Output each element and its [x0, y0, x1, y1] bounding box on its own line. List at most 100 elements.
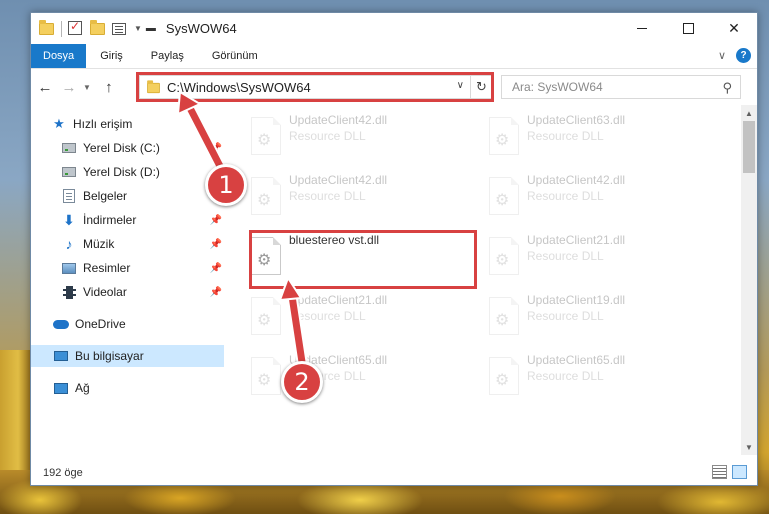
chevron-down-icon[interactable]: ▼	[134, 24, 142, 33]
help-icon[interactable]: ?	[736, 48, 751, 63]
file-item[interactable]: ⚙ UpdateClient21.dll Resource DLL	[241, 291, 461, 347]
pin-icon[interactable]: 📌	[210, 143, 222, 154]
properties-icon[interactable]	[112, 21, 128, 37]
scroll-down-icon[interactable]: ▼	[741, 439, 757, 455]
sidebar-item-videos[interactable]: Videolar 📌	[31, 281, 224, 303]
file-type: Resource DLL	[527, 189, 604, 203]
dll-file-icon: ⚙	[251, 357, 281, 395]
file-item[interactable]: ⚙ UpdateClient65.dll Resource DLL	[241, 351, 461, 407]
view-switcher	[707, 465, 747, 479]
toolbar-divider	[61, 20, 62, 37]
file-type: Resource DLL	[527, 309, 604, 323]
minimize-button[interactable]	[619, 13, 665, 44]
dll-file-icon: ⚙	[489, 297, 519, 335]
sidebar-item-label: Hızlı erişim	[73, 117, 133, 131]
close-button[interactable]: ✕	[711, 13, 757, 44]
sidebar-item-pictures[interactable]: Resimler 📌	[31, 257, 224, 279]
video-icon	[61, 284, 77, 300]
scrollbar-thumb[interactable]	[743, 121, 755, 173]
drive-icon	[61, 140, 77, 156]
pin-icon[interactable]: 📌	[210, 287, 222, 298]
sidebar-item-label: OneDrive	[75, 317, 126, 331]
checkbox-properties-icon[interactable]	[68, 19, 84, 37]
back-button[interactable]: ←	[35, 79, 55, 96]
file-item[interactable]: ⚙ UpdateClient42.dll Resource DLL	[479, 171, 699, 227]
sidebar-item-local-disk-d[interactable]: Yerel Disk (D:)	[31, 161, 224, 183]
pin-icon[interactable]: 📌	[210, 263, 222, 274]
sidebar-item-local-disk-c[interactable]: Yerel Disk (C:) 📌	[31, 137, 224, 159]
file-name: UpdateClient63.dll	[527, 113, 626, 127]
music-icon: ♪	[65, 236, 73, 252]
dll-file-icon: ⚙	[251, 297, 281, 335]
title-bar: ▼ ▬ SysWOW64 ✕	[31, 13, 757, 44]
cloud-icon	[53, 316, 69, 332]
network-icon	[53, 380, 69, 396]
sidebar-item-quick-access[interactable]: ★ Hızlı erişim	[31, 113, 224, 135]
recent-locations-icon[interactable]: ▼	[83, 83, 91, 92]
forward-button[interactable]: →	[59, 79, 79, 96]
sidebar-item-music[interactable]: ♪ Müzik 📌	[31, 233, 224, 255]
new-folder-icon[interactable]	[90, 19, 106, 37]
vertical-scrollbar[interactable]: ▲ ▼	[741, 105, 757, 455]
sidebar-item-label: İndirmeler	[83, 213, 137, 227]
sidebar-item-downloads[interactable]: ⬇ İndirmeler 📌	[31, 209, 224, 231]
file-name: UpdateClient19.dll	[527, 293, 626, 307]
expand-ribbon-icon[interactable]: ∨	[718, 49, 726, 62]
tab-view[interactable]: Görünüm	[198, 44, 272, 68]
file-name: UpdateClient42.dll	[289, 173, 388, 187]
quick-access-toolbar: ▼ ▬	[39, 19, 162, 37]
customize-toolbar-icon[interactable]: ▬	[146, 23, 156, 34]
file-item[interactable]: ⚙ UpdateClient65.dll Resource DLL	[479, 351, 699, 407]
sidebar-item-label: Resimler	[83, 261, 131, 275]
sidebar-item-label: Videolar	[83, 285, 127, 299]
file-item[interactable]: ⚙ UpdateClient19.dll Resource DLL	[479, 291, 699, 347]
step-2-callout: 2	[281, 361, 323, 403]
search-input[interactable]: Ara: SysWOW64 ⚲	[501, 75, 741, 99]
file-item[interactable]: ⚙ UpdateClient42.dll Resource DLL	[241, 111, 461, 167]
file-name: UpdateClient42.dll	[527, 173, 626, 187]
window-title: SysWOW64	[165, 21, 237, 36]
file-type: Resource DLL	[527, 369, 604, 383]
dll-file-icon: ⚙	[251, 177, 281, 215]
sidebar-item-label: Yerel Disk (C:)	[83, 141, 160, 155]
dll-file-icon: ⚙	[489, 117, 519, 155]
file-type: Resource DLL	[289, 309, 366, 323]
star-icon: ★	[53, 116, 65, 131]
wallpaper-tree	[0, 350, 30, 490]
file-name: UpdateClient42.dll	[289, 113, 388, 127]
file-name: UpdateClient21.dll	[289, 293, 388, 307]
address-highlight-box	[136, 72, 494, 102]
sidebar-item-onedrive[interactable]: OneDrive	[31, 313, 224, 335]
maximize-button[interactable]	[665, 13, 711, 44]
sidebar-item-this-pc[interactable]: Bu bilgisayar	[31, 345, 224, 367]
file-type: Resource DLL	[289, 129, 366, 143]
tab-home[interactable]: Giriş	[86, 44, 137, 68]
search-icon[interactable]: ⚲	[722, 80, 732, 96]
details-view-icon[interactable]	[712, 465, 727, 479]
file-type: Resource DLL	[527, 129, 604, 143]
tab-share[interactable]: Paylaş	[137, 44, 198, 68]
drive-icon	[61, 164, 77, 180]
pictures-icon	[61, 260, 77, 276]
tab-file[interactable]: Dosya	[31, 44, 87, 68]
sidebar-item-network[interactable]: Ağ	[31, 377, 224, 399]
file-item[interactable]: ⚙ UpdateClient21.dll Resource DLL	[479, 231, 699, 287]
pin-icon[interactable]: 📌	[210, 239, 222, 250]
ribbon-tabs: Dosya Giriş Paylaş Görünüm ∨ ?	[31, 44, 757, 69]
dll-file-icon: ⚙	[489, 177, 519, 215]
scroll-up-icon[interactable]: ▲	[741, 105, 757, 121]
file-name: UpdateClient21.dll	[527, 233, 626, 247]
pin-icon[interactable]: 📌	[210, 215, 222, 226]
file-item[interactable]: ⚙ UpdateClient42.dll Resource DLL	[241, 171, 461, 227]
file-item[interactable]: ⚙ UpdateClient63.dll Resource DLL	[479, 111, 699, 167]
sidebar-item-label: Belgeler	[83, 189, 128, 203]
navigation-pane: ★ Hızlı erişim Yerel Disk (C:) 📌 Yerel D…	[31, 109, 224, 449]
large-icons-view-icon[interactable]	[732, 465, 747, 479]
sidebar-item-documents[interactable]: Belgeler	[31, 185, 224, 207]
up-button[interactable]: ↑	[99, 79, 119, 96]
explorer-window: ▼ ▬ SysWOW64 ✕ Dosya Giriş Paylaş Görünü…	[30, 12, 758, 486]
dll-file-icon: ⚙	[251, 117, 281, 155]
status-bar: 192 öge	[31, 461, 757, 485]
dll-file-icon: ⚙	[489, 357, 519, 395]
sidebar-item-label: Müzik	[83, 237, 115, 251]
